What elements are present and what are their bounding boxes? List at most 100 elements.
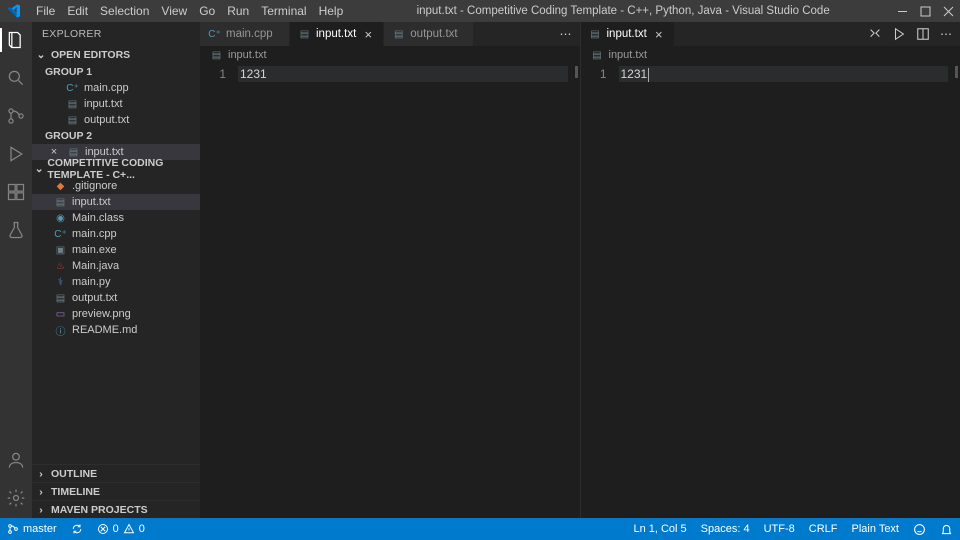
run-debug-icon[interactable] — [4, 142, 28, 166]
timeline-section[interactable]: ›TIMELINE — [32, 482, 200, 500]
file-name: Main.java — [72, 260, 119, 272]
file-name: preview.png — [72, 308, 131, 320]
extensions-icon[interactable] — [4, 180, 28, 204]
menu-go[interactable]: Go — [193, 2, 221, 20]
more-actions-icon[interactable]: ⋯ — [560, 27, 572, 41]
editor-group-2: ▤input.txt× ⋯ ▤ input.txt 1 1231 — [580, 22, 960, 518]
file-name: input.txt — [84, 98, 123, 110]
vscode-logo-icon — [6, 3, 22, 19]
close-icon[interactable]: × — [361, 27, 375, 42]
close-icon[interactable]: × — [652, 27, 666, 42]
status-bar: master 00 Ln 1, Col 5 Spaces: 4 UTF-8 CR… — [0, 518, 960, 540]
menu-edit[interactable]: Edit — [61, 2, 94, 20]
section-label: MAVEN PROJECTS — [51, 504, 148, 516]
open-editor-item[interactable]: ▤ output.txt — [32, 112, 200, 128]
encoding[interactable]: UTF-8 — [757, 523, 802, 535]
menu-bar: File Edit Selection View Go Run Terminal… — [30, 2, 349, 20]
file-item[interactable]: ▤output.txt — [32, 290, 200, 306]
breadcrumb[interactable]: ▤input.txt — [200, 46, 580, 64]
file-name: main.cpp — [72, 228, 117, 240]
file-item[interactable]: ▤input.txt — [32, 194, 200, 210]
file-item[interactable]: ▣main.exe — [32, 242, 200, 258]
menu-run[interactable]: Run — [221, 2, 255, 20]
text-cursor — [648, 68, 649, 82]
open-editor-item[interactable]: ▤input.txt — [32, 96, 200, 112]
test-icon[interactable] — [4, 218, 28, 242]
file-item[interactable]: ♨ Main.java — [32, 258, 200, 274]
compare-icon[interactable] — [868, 27, 882, 41]
menu-help[interactable]: Help — [313, 2, 350, 20]
file-item[interactable]: ◆.gitignore — [32, 178, 200, 194]
menu-view[interactable]: View — [155, 2, 193, 20]
file-item[interactable]: ▭ preview.png — [32, 306, 200, 322]
tab-output-txt[interactable]: ▤output.txt — [384, 22, 474, 46]
text-file-icon: ▤ — [392, 28, 405, 41]
tab-bar: C⁺main.cpp ▤input.txt× ▤output.txt ⋯ — [200, 22, 580, 46]
line-content: 1231 — [619, 66, 960, 82]
text-file-icon: ▤ — [54, 292, 67, 305]
file-name: input.txt — [72, 196, 111, 208]
menu-terminal[interactable]: Terminal — [255, 2, 312, 20]
tab-bar: ▤input.txt× ⋯ — [581, 22, 960, 46]
group-1-label: GROUP 1 — [32, 64, 200, 80]
indentation[interactable]: Spaces: 4 — [694, 523, 757, 535]
section-label: TIMELINE — [51, 486, 100, 498]
run-file-icon[interactable] — [892, 27, 906, 41]
breadcrumb[interactable]: ▤ input.txt — [581, 46, 960, 64]
file-name: output.txt — [84, 114, 129, 126]
source-control-icon[interactable] — [4, 104, 28, 128]
chevron-right-icon: › — [34, 486, 48, 498]
file-name: main.py — [72, 276, 111, 288]
maven-projects-section[interactable]: ›MAVEN PROJECTS — [32, 500, 200, 518]
sync-button[interactable] — [64, 518, 90, 540]
eol[interactable]: CRLF — [802, 523, 845, 535]
menu-file[interactable]: File — [30, 2, 61, 20]
text-file-icon: ▤ — [591, 49, 604, 62]
tab-input-txt[interactable]: ▤input.txt× — [290, 22, 384, 46]
title-bar: File Edit Selection View Go Run Terminal… — [0, 0, 960, 22]
close-button[interactable] — [943, 6, 954, 17]
cursor-position[interactable]: Ln 1, Col 5 — [626, 523, 693, 535]
minimize-button[interactable] — [897, 6, 908, 17]
maximize-button[interactable] — [920, 6, 931, 17]
menu-selection[interactable]: Selection — [94, 2, 155, 20]
outline-section[interactable]: ›OUTLINE — [32, 464, 200, 482]
file-item[interactable]: ⚕main.py — [32, 274, 200, 290]
markdown-file-icon: ⓘ — [54, 324, 67, 337]
file-name: main.exe — [72, 244, 117, 256]
code-editor[interactable]: 1 1231 — [581, 64, 960, 518]
text-file-icon: ▤ — [66, 114, 79, 127]
line-number: 1 — [200, 64, 238, 518]
notifications-icon[interactable] — [933, 523, 960, 536]
search-icon[interactable] — [4, 66, 28, 90]
folder-section[interactable]: ⌄COMPETITIVE CODING TEMPLATE - C+... — [32, 160, 200, 178]
editor-group-1: C⁺main.cpp ▤input.txt× ▤output.txt ⋯ ▤in… — [200, 22, 580, 518]
explorer-icon[interactable] — [4, 28, 28, 52]
code-editor[interactable]: 1 1231 — [200, 64, 580, 518]
git-branch[interactable]: master — [0, 518, 64, 540]
settings-gear-icon[interactable] — [4, 486, 28, 510]
java-file-icon: ♨ — [54, 260, 67, 273]
chevron-right-icon: › — [34, 468, 48, 480]
accounts-icon[interactable] — [4, 448, 28, 472]
image-file-icon: ▭ — [54, 308, 67, 321]
tab-label: main.cpp — [226, 28, 273, 40]
language-mode[interactable]: Plain Text — [845, 523, 907, 535]
tab-input-txt[interactable]: ▤input.txt× — [581, 22, 675, 46]
more-actions-icon[interactable]: ⋯ — [940, 27, 952, 41]
error-count: 0 — [113, 523, 119, 535]
open-editor-item[interactable]: C⁺main.cpp — [32, 80, 200, 96]
minimap[interactable] — [562, 64, 580, 518]
tab-main-cpp[interactable]: C⁺main.cpp — [200, 22, 290, 46]
problems[interactable]: 00 — [90, 518, 152, 540]
file-item[interactable]: C⁺main.cpp — [32, 226, 200, 242]
open-editors-section[interactable]: ⌄OPEN EDITORS — [32, 46, 200, 64]
file-item[interactable]: ⓘREADME.md — [32, 322, 200, 338]
minimap[interactable] — [942, 64, 960, 518]
breadcrumb-label: input.txt — [609, 49, 648, 61]
feedback-icon[interactable] — [906, 523, 933, 536]
split-editor-icon[interactable] — [916, 27, 930, 41]
cpp-file-icon: C⁺ — [66, 82, 79, 95]
file-item[interactable]: ◉Main.class — [32, 210, 200, 226]
file-name: Main.class — [72, 212, 124, 224]
